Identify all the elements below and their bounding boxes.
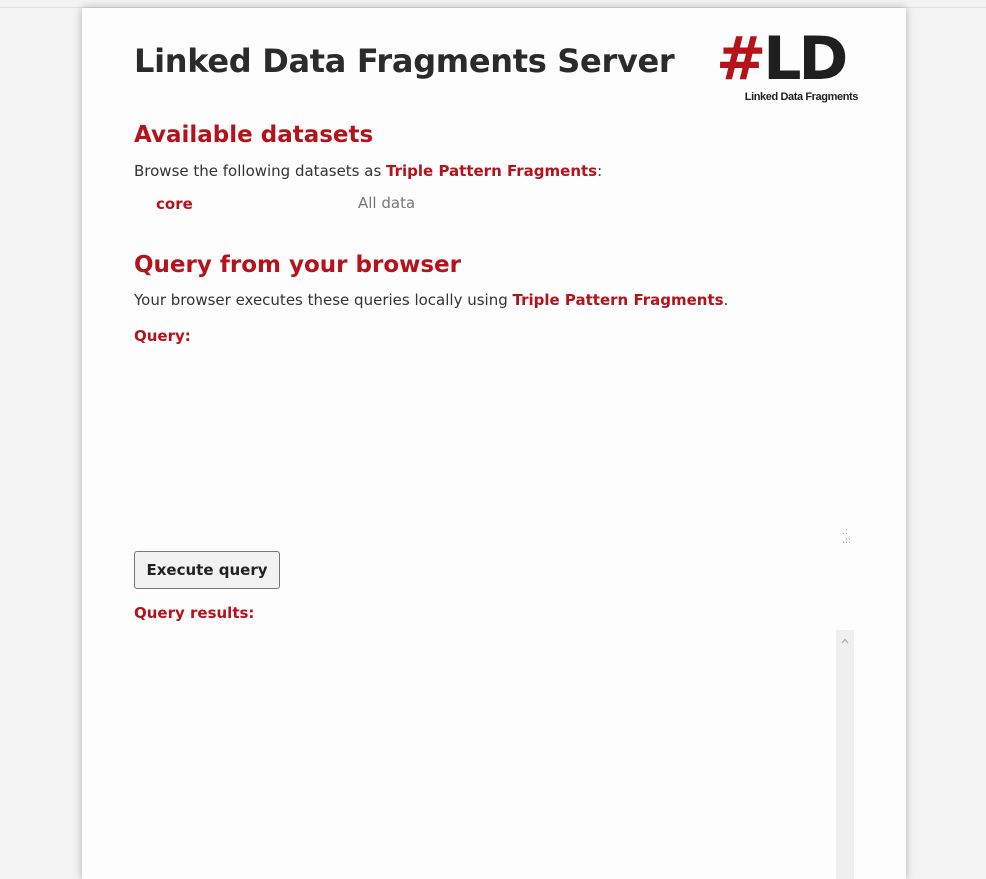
- logo-hash: #: [716, 24, 766, 94]
- tpf-link[interactable]: Triple Pattern Fragments: [386, 162, 597, 180]
- query-intro-prefix: Your browser executes these queries loca…: [134, 291, 513, 309]
- page-container: Linked Data Fragments Server #LD Linked …: [82, 8, 906, 879]
- query-intro: Your browser executes these queries loca…: [134, 291, 728, 309]
- logo-caption: Linked Data Fragments: [744, 91, 859, 103]
- datasets-intro-suffix: :: [597, 162, 603, 180]
- logo-letters: LD: [763, 24, 848, 94]
- resize-grip-icon[interactable]: .:.::: [842, 528, 851, 546]
- dataset-link-core[interactable]: core: [156, 195, 193, 213]
- page-title: Linked Data Fragments Server: [134, 42, 675, 80]
- datasets-intro-prefix: Browse the following datasets as: [134, 162, 387, 180]
- query-heading: Query from your browser: [134, 252, 461, 278]
- query-label: Query:: [134, 327, 191, 345]
- ldf-logo[interactable]: #LD Linked Data Fragments: [712, 26, 860, 106]
- query-input[interactable]: [134, 352, 856, 542]
- datasets-heading: Available datasets: [134, 122, 374, 148]
- tpf-link-query[interactable]: Triple Pattern Fragments: [513, 291, 724, 309]
- query-intro-suffix: .: [723, 291, 729, 309]
- datasets-intro: Browse the following datasets as Triple …: [134, 162, 602, 180]
- scroll-up-arrow-icon[interactable]: [839, 636, 851, 646]
- dataset-description: All data: [358, 194, 416, 212]
- results-label: Query results:: [134, 604, 255, 622]
- results-scrollbar[interactable]: [836, 630, 854, 879]
- query-results-area[interactable]: [134, 630, 834, 879]
- logo-mark: #LD: [716, 24, 848, 94]
- execute-query-button[interactable]: Execute query: [134, 551, 280, 589]
